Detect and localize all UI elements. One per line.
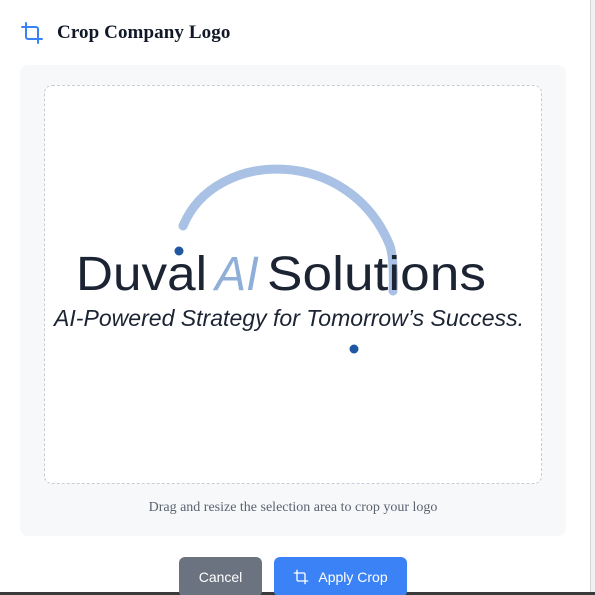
logo-word-solutions: Solutions <box>267 248 486 301</box>
crop-hint: Drag and resize the selection area to cr… <box>148 500 438 515</box>
apply-crop-button[interactable]: Apply Crop <box>274 557 407 595</box>
apply-crop-button-label: Apply Crop <box>318 569 388 585</box>
dialog-title: Crop Company Logo <box>57 22 231 43</box>
crop-panel: Duval AI Solutions AI-Powered Strategy f… <box>20 65 566 536</box>
logo-word-ai: AI <box>212 248 259 301</box>
logo-word-duval: Duval <box>76 248 207 301</box>
crop-icon <box>293 569 309 585</box>
crop-selection-area[interactable]: Duval AI Solutions AI-Powered Strategy f… <box>44 85 542 484</box>
window-right-edge <box>590 0 595 595</box>
logo-tagline: AI-Powered Strategy for Tomorrow’s Succe… <box>52 305 524 331</box>
crop-icon <box>20 21 44 45</box>
cancel-button[interactable]: Cancel <box>179 557 262 595</box>
cancel-button-label: Cancel <box>198 569 243 585</box>
dialog-header: Crop Company Logo <box>20 20 230 46</box>
company-logo-image: Duval AI Solutions AI-Powered Strategy f… <box>52 164 524 354</box>
logo-dot-right <box>349 344 359 354</box>
